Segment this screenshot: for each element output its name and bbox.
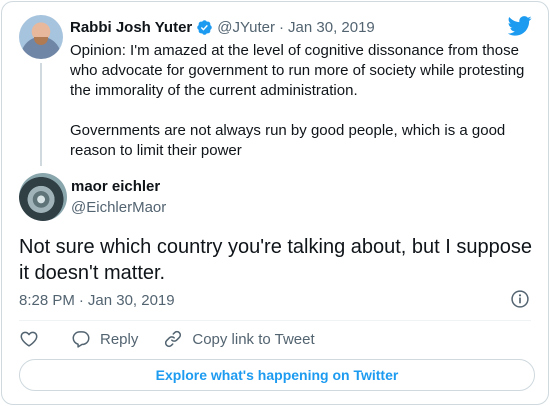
tweet-time[interactable]: 8:28 PM bbox=[19, 292, 75, 309]
tweet-date[interactable]: Jan 30, 2019 bbox=[88, 292, 175, 309]
parent-avatar[interactable] bbox=[19, 15, 63, 59]
parent-author-name[interactable]: Rabbi Josh Yuter bbox=[70, 19, 192, 36]
dot-separator: · bbox=[279, 18, 285, 36]
main-author-handle[interactable]: @EichlerMaor bbox=[71, 199, 166, 216]
divider bbox=[19, 320, 531, 321]
verified-badge-icon bbox=[197, 19, 213, 35]
heart-icon bbox=[20, 331, 38, 347]
main-tweet-text: Not sure which country you're talking ab… bbox=[19, 236, 532, 284]
main-author-name[interactable]: maor eichler bbox=[71, 178, 160, 195]
parent-tweet-date[interactable]: Jan 30, 2019 bbox=[288, 19, 375, 36]
thread-line bbox=[40, 63, 42, 166]
main-avatar[interactable] bbox=[19, 173, 67, 221]
parent-tweet-header: Rabbi Josh Yuter @JYuter · Jan 30, 2019 bbox=[70, 17, 375, 37]
tweet-actions: Reply Copy link to Tweet bbox=[19, 326, 315, 352]
parent-tweet[interactable]: Rabbi Josh Yuter @JYuter · Jan 30, 2019 … bbox=[2, 2, 548, 166]
copy-link-label[interactable]: Copy link to Tweet bbox=[192, 331, 314, 348]
twitter-bird-icon[interactable] bbox=[508, 16, 532, 36]
main-tweet-author[interactable]: maor eichler @EichlerMaor bbox=[2, 170, 548, 222]
parent-tweet-paragraph: Opinion: I'm amazed at the level of cogn… bbox=[70, 42, 525, 99]
info-icon[interactable] bbox=[510, 289, 530, 309]
parent-tweet-text: Opinion: I'm amazed at the level of cogn… bbox=[70, 41, 530, 161]
copy-link-button[interactable]: Copy link to Tweet bbox=[163, 329, 315, 349]
explore-twitter-button[interactable]: Explore what's happening on Twitter bbox=[19, 359, 535, 391]
tweet-timestamp[interactable]: 8:28 PM · Jan 30, 2019 bbox=[19, 290, 175, 310]
reply-label[interactable]: Reply bbox=[100, 331, 138, 348]
like-button[interactable] bbox=[19, 329, 39, 349]
link-icon bbox=[165, 330, 182, 348]
dot-separator: · bbox=[78, 291, 84, 309]
tweet-embed-card: Rabbi Josh Yuter @JYuter · Jan 30, 2019 … bbox=[1, 1, 549, 405]
parent-tweet-paragraph: Governments are not always run by good p… bbox=[70, 122, 506, 159]
speech-bubble-icon bbox=[72, 331, 90, 348]
reply-button[interactable]: Reply bbox=[71, 329, 138, 349]
parent-author-handle[interactable]: @JYuter bbox=[217, 19, 275, 36]
